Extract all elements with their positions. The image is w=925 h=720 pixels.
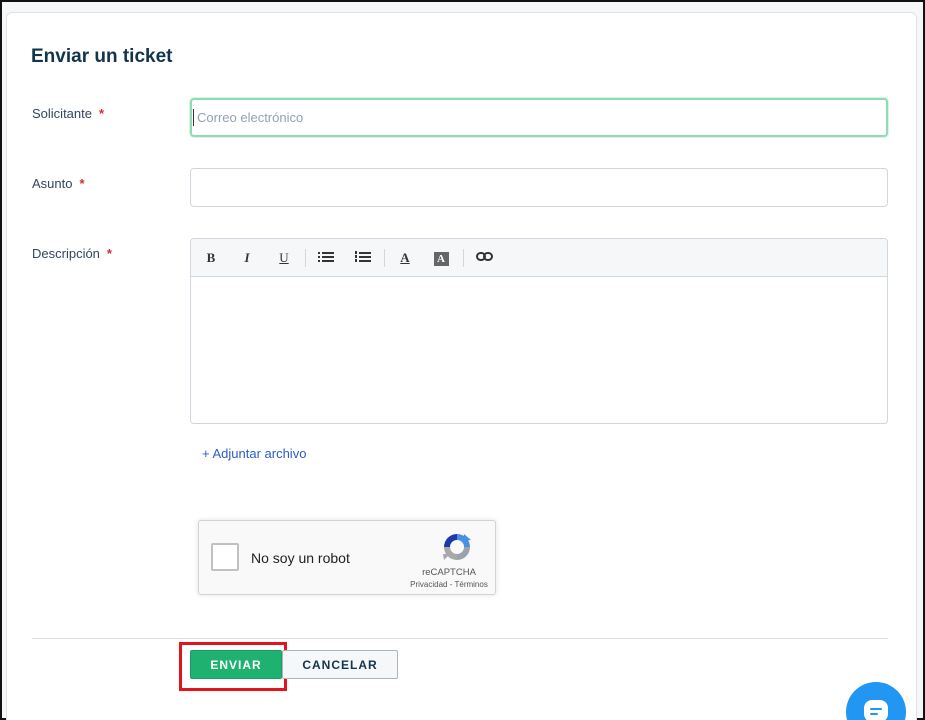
recaptcha-logo-icon [443,534,471,560]
page-title: Enviar un ticket [31,46,173,67]
recaptcha-label: No soy un robot [251,550,350,566]
background-color-icon: A [433,252,449,266]
recaptcha-privacy-link[interactable]: Privacidad [410,580,447,589]
required-mark: * [98,106,105,121]
text-caret [193,109,194,126]
numbered-list-button[interactable] [352,248,374,268]
link-button[interactable] [474,248,496,268]
recaptcha-links: Privacidad - Términos [399,580,499,589]
recaptcha-widget: No soy un robot reCAPTCHA Privacidad - T… [198,520,496,595]
cancel-button[interactable]: CANCELAR [282,650,398,679]
editor-toolbar: B I U A A [191,239,887,277]
recaptcha-checkbox[interactable] [211,543,239,571]
description-label-text: Descripción [32,246,100,261]
form-divider [32,638,888,639]
background-color-button[interactable]: A [430,248,452,268]
italic-button[interactable]: I [236,248,258,268]
requester-label: Solicitante * [32,106,104,121]
bold-button[interactable]: B [200,248,222,268]
subject-label: Asunto * [32,176,85,191]
recaptcha-terms-link[interactable]: Términos [454,580,487,589]
requester-label-text: Solicitante [32,106,92,121]
numbered-list-icon [355,251,371,262]
subject-input[interactable] [190,168,888,207]
required-mark: * [106,246,112,261]
description-textarea[interactable] [191,277,887,423]
required-mark: * [79,176,85,191]
submit-button[interactable]: ENVIAR [190,650,282,679]
requester-email-input[interactable] [190,98,888,137]
font-color-button[interactable]: A [394,248,416,268]
recaptcha-brand: reCAPTCHA [422,567,476,578]
subject-label-text: Asunto [32,176,73,191]
toolbar-separator [305,249,306,267]
chat-icon [864,700,888,720]
description-label: Descripción * [32,246,112,261]
toolbar-separator [463,249,464,267]
toolbar-separator [384,249,385,267]
description-editor: B I U A A [190,238,888,424]
bullet-list-icon [318,252,334,262]
underline-button[interactable]: U [273,248,295,268]
attach-file-link[interactable]: + Adjuntar archivo [202,446,306,461]
link-icon [476,252,493,261]
bullet-list-button[interactable] [315,248,337,268]
